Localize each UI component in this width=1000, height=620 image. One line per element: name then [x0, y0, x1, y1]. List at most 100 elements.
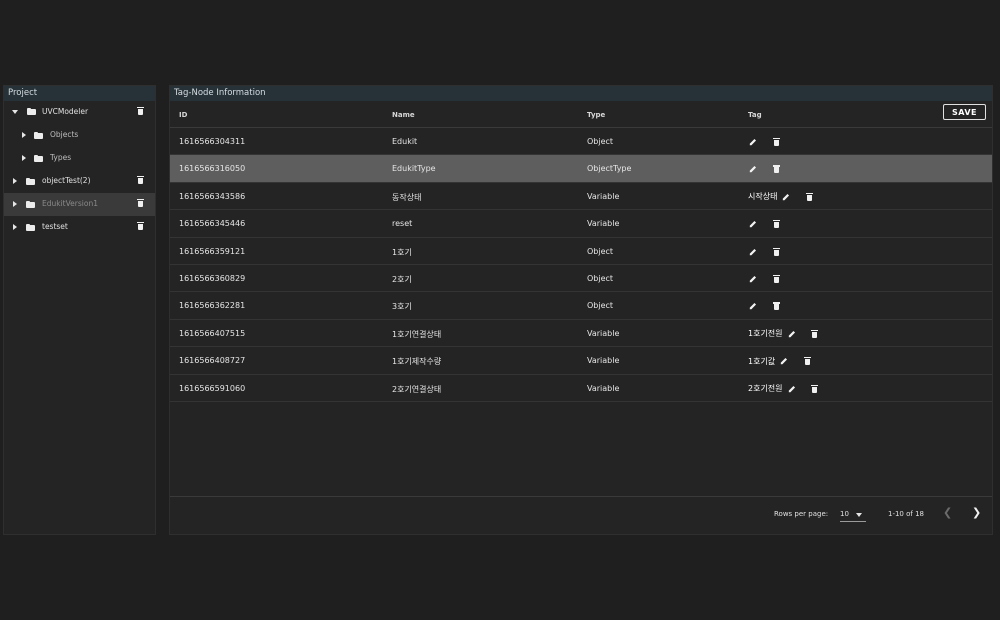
caret-down-icon[interactable]: [12, 110, 18, 114]
trash-icon[interactable]: [137, 199, 144, 207]
delete-tag-button[interactable]: [770, 300, 782, 312]
chevron-right-icon[interactable]: ❯: [972, 507, 981, 519]
cell-name: 2호기연결상태: [392, 384, 442, 394]
tree-item-label: Types: [50, 153, 72, 162]
cell-name: 2호기: [392, 275, 412, 284]
cell-name: 1호기: [392, 247, 412, 257]
table-header: ID Name Type Tag SAVE: [170, 101, 992, 128]
cell-tag: 1호기값: [748, 354, 823, 368]
table-row[interactable]: 1616566408727 1호기제작수량 Variable 1호기값: [170, 347, 992, 375]
table-row[interactable]: 1616566359121 1호기 Object: [170, 238, 992, 265]
folder-icon: [26, 177, 35, 185]
tag-value: 시작상태: [748, 192, 778, 202]
delete-tag-button[interactable]: [770, 136, 782, 148]
edit-tag-button[interactable]: [748, 300, 760, 312]
trash-icon[interactable]: [137, 222, 144, 230]
table-row[interactable]: 1616566591060 2호기연결상태 Variable 2호기전원: [170, 375, 992, 402]
edit-tag-button[interactable]: [748, 136, 760, 148]
cell-type: Object: [587, 137, 614, 146]
edit-tag-button[interactable]: [748, 218, 760, 230]
trash-icon[interactable]: [137, 107, 144, 115]
cell-name: 1호기연결상태: [392, 329, 442, 339]
save-button[interactable]: SAVE: [943, 104, 986, 120]
caret-right-icon[interactable]: [13, 201, 17, 207]
tree-item-testset[interactable]: testset: [4, 216, 155, 239]
rows-per-page-label: Rows per page:: [774, 510, 829, 518]
edit-tag-button[interactable]: [748, 246, 760, 258]
delete-tag-button[interactable]: [770, 218, 782, 230]
pencil-icon: [782, 193, 790, 201]
caret-right-icon[interactable]: [13, 178, 17, 184]
tree-item-objects[interactable]: Objects: [4, 124, 155, 147]
cell-id: 1616566362281: [179, 301, 246, 311]
cell-tag: [748, 135, 792, 149]
cell-id: 1616566345446: [179, 219, 246, 229]
tag-panel-header: Tag-Node Information: [170, 86, 992, 101]
table-row[interactable]: 1616566362281 3호기 Object: [170, 292, 992, 320]
edit-tag-button[interactable]: [779, 355, 791, 367]
trash-icon: [772, 275, 780, 283]
cell-tag: 시작상태: [748, 190, 825, 204]
pencil-icon: [788, 385, 796, 393]
tag-value: 1호기값: [748, 356, 776, 366]
folder-icon: [34, 154, 43, 162]
table-row[interactable]: 1616566343586 동작상태 Variable 시작상태: [170, 183, 992, 211]
edit-tag-button[interactable]: [748, 273, 760, 285]
delete-tag-button[interactable]: [801, 355, 813, 367]
cell-type: ObjectType: [587, 164, 632, 174]
trash-icon[interactable]: [137, 176, 144, 184]
pencil-icon: [749, 165, 757, 173]
cell-id: 1616566316050: [179, 164, 246, 174]
tree-item-types[interactable]: Types: [4, 147, 155, 170]
delete-tag-button[interactable]: [770, 163, 782, 175]
cell-tag: 2호기전원: [748, 382, 831, 396]
rows-per-page-value: 10: [840, 510, 849, 518]
tag-value: 1호기전원: [748, 329, 783, 339]
table-row[interactable]: 1616566407515 1호기연결상태 Variable 1호기전원: [170, 320, 992, 348]
trash-icon: [772, 138, 780, 146]
cell-type: Object: [587, 274, 614, 283]
tree-item-label[interactable]: EdukitVersion1: [42, 199, 98, 208]
edit-tag-button[interactable]: [787, 383, 799, 395]
delete-tag-button[interactable]: [803, 191, 815, 203]
caret-right-icon[interactable]: [22, 132, 26, 138]
pencil-icon: [749, 275, 757, 283]
tree-item-uvcmodeler[interactable]: UVCModeler: [4, 101, 155, 124]
tree-item-edukitversion1[interactable]: EdukitVersion1: [4, 193, 155, 216]
cell-tag: 1호기전원: [748, 327, 831, 341]
edit-tag-button[interactable]: [781, 191, 793, 203]
edit-tag-button[interactable]: [787, 328, 799, 340]
trash-icon: [811, 384, 819, 393]
edit-tag-button[interactable]: [748, 163, 760, 175]
column-header-type: Type: [587, 111, 606, 119]
table-row[interactable]: 1616566304311 Edukit Object: [170, 128, 992, 156]
project-panel: Project UVCModeler Objects Types objectT…: [3, 85, 156, 535]
delete-tag-button[interactable]: [770, 246, 782, 258]
cell-name: reset: [392, 219, 413, 229]
trash-icon: [772, 165, 780, 174]
tree-item-label: Objects: [50, 130, 79, 139]
caret-right-icon[interactable]: [22, 155, 26, 161]
caret-right-icon[interactable]: [13, 224, 17, 230]
table-row[interactable]: 1616566316050 EdukitType ObjectType: [170, 155, 992, 183]
delete-tag-button[interactable]: [770, 273, 782, 285]
table-row[interactable]: 1616566345446 reset Variable: [170, 210, 992, 238]
tree-item-objecttest[interactable]: objectTest(2): [4, 170, 155, 193]
folder-icon: [26, 223, 35, 231]
delete-tag-button[interactable]: [809, 328, 821, 340]
cell-name: EdukitType: [392, 164, 436, 174]
folder-icon: [26, 200, 35, 208]
pencil-icon: [749, 248, 757, 256]
delete-tag-button[interactable]: [809, 383, 821, 395]
tree-item-label: UVCModeler: [42, 107, 89, 116]
cell-name: 동작상태: [392, 192, 422, 202]
cell-id: 1616566304311: [179, 137, 246, 146]
chevron-left-icon[interactable]: ❮: [943, 507, 952, 519]
table-row[interactable]: 1616566360829 2호기 Object: [170, 265, 992, 293]
cell-tag: [748, 162, 792, 176]
rows-per-page-select[interactable]: 10: [840, 506, 866, 522]
cell-type: Variable: [587, 191, 620, 201]
tree-item-label: objectTest(2): [42, 176, 91, 185]
pencil-icon: [749, 302, 757, 310]
pencil-icon: [780, 357, 788, 365]
